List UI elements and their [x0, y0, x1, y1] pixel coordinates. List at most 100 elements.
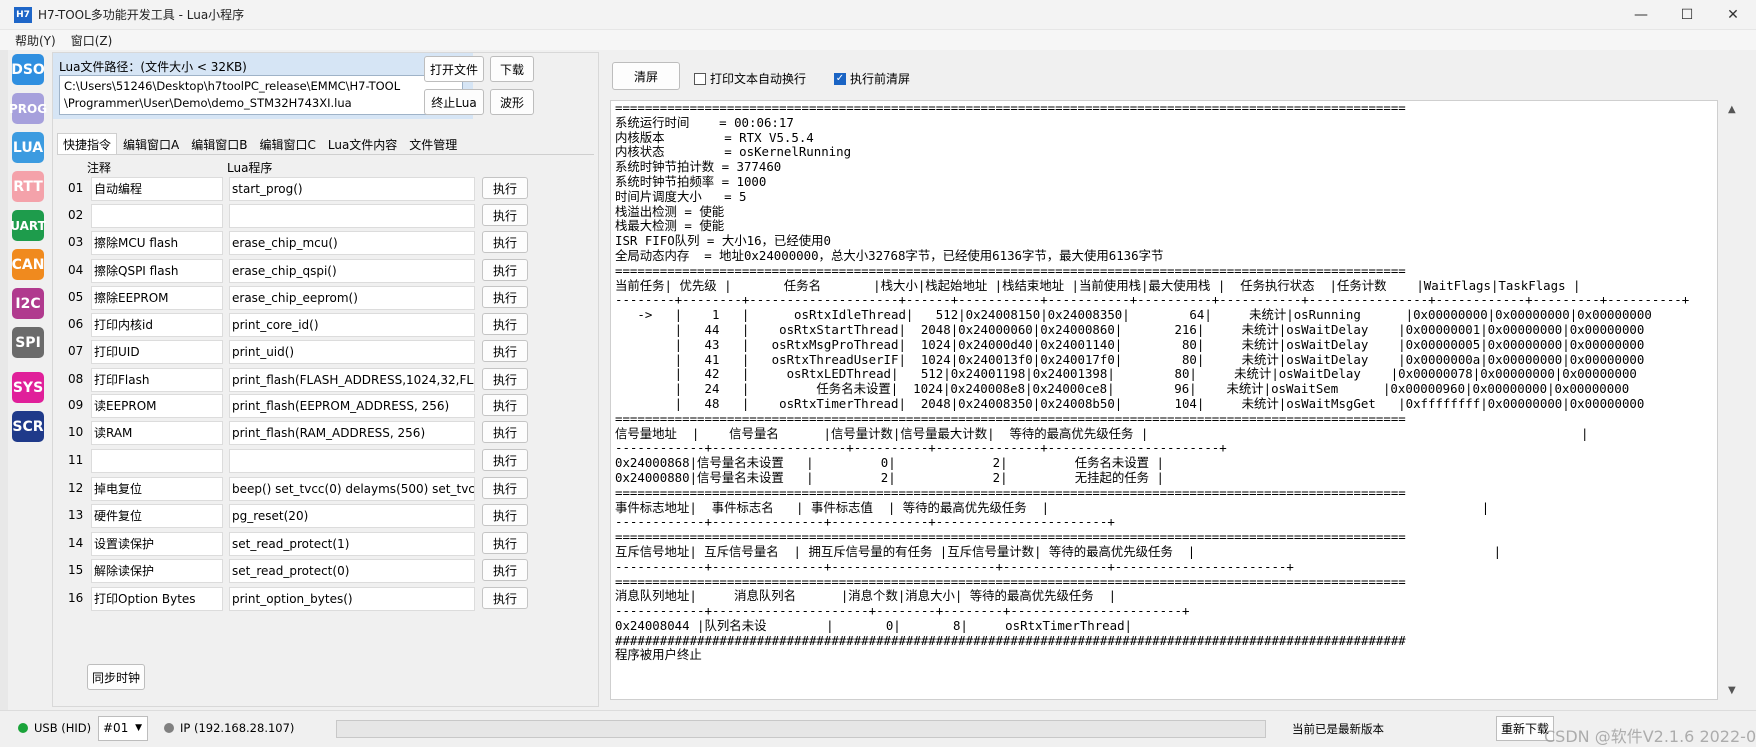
tool-rtt-icon[interactable]: RTT [12, 171, 44, 202]
clear-before-run-label: 执行前清屏 [850, 72, 911, 86]
command-code-field[interactable]: beep() set_tvcc(0) delayms(500) set_tvcc… [229, 477, 475, 501]
command-code-field[interactable]: erase_chip_eeprom() [229, 286, 475, 310]
execute-button[interactable]: 执行 [482, 394, 528, 416]
usb-status-label: USB (HID) [34, 721, 92, 735]
execute-button[interactable]: 执行 [482, 449, 528, 471]
download-button[interactable]: 下载 [490, 56, 534, 82]
command-number: 15 [68, 563, 84, 577]
command-code-field[interactable]: erase_chip_mcu() [229, 231, 475, 255]
command-note-field[interactable]: 自动编程 [91, 177, 223, 201]
execute-button[interactable]: 执行 [482, 231, 528, 253]
open-file-button[interactable]: 打开文件 [424, 56, 484, 82]
command-number: 13 [68, 508, 84, 522]
console-scrollbar[interactable]: ▲ ▼ [1722, 100, 1746, 700]
menu-help[interactable]: 帮助(Y) [15, 32, 56, 49]
command-row: 04 擦除QSPI flash erase_chip_qspi() 执行 [57, 257, 594, 285]
command-note-field[interactable]: 读EEPROM [91, 394, 223, 418]
ip-status-label: IP (192.168.28.107) [180, 721, 295, 735]
command-note-field[interactable] [91, 449, 223, 473]
clear-before-run-checkbox[interactable]: ✓ 执行前清屏 [834, 70, 910, 87]
command-note-field[interactable]: 擦除MCU flash [91, 231, 223, 255]
lua-file-path-field[interactable]: C:\Users\51246\Desktop\h7toolPC_release\… [59, 75, 463, 115]
minimize-icon[interactable]: — [1618, 0, 1664, 30]
execute-button[interactable]: 执行 [482, 504, 528, 526]
menu-window[interactable]: 窗口(Z) [71, 32, 113, 49]
command-note-field[interactable]: 打印UID [91, 340, 223, 364]
sync-clock-button[interactable]: 同步时钟 [87, 664, 145, 690]
waveform-button[interactable]: 波形 [490, 89, 534, 115]
execute-button[interactable]: 执行 [482, 259, 528, 281]
maximize-icon[interactable]: ☐ [1664, 0, 1710, 30]
auto-wrap-checkbox[interactable]: 打印文本自动换行 [694, 70, 806, 87]
command-note-field[interactable]: 掉电复位 [91, 477, 223, 501]
tab-lua-file-content[interactable]: Lua文件内容 [322, 133, 403, 155]
scroll-down-icon[interactable]: ▼ [1728, 685, 1736, 696]
command-row: 03 擦除MCU flash erase_chip_mcu() 执行 [57, 229, 594, 257]
tool-i2c-icon[interactable]: I2C [12, 288, 44, 319]
command-row: 08 打印Flash print_flash(FLASH_ADDRESS,1024,… [57, 366, 594, 394]
command-number: 10 [68, 425, 84, 439]
execute-button[interactable]: 执行 [482, 559, 528, 581]
command-note-field[interactable]: 设置读保护 [91, 532, 223, 556]
tool-sys-icon[interactable]: SYS [12, 372, 44, 403]
command-code-field[interactable] [229, 449, 475, 473]
tool-lua-icon[interactable]: LUA [12, 132, 44, 163]
command-code-field[interactable]: print_core_id() [229, 313, 475, 337]
clear-screen-button[interactable]: 清屏 [612, 62, 680, 90]
port-select[interactable]: #01 ▼ [98, 716, 148, 741]
command-note-field[interactable]: 解除读保护 [91, 559, 223, 583]
execute-button[interactable]: 执行 [482, 421, 528, 443]
command-note-field[interactable] [91, 204, 223, 228]
execute-button[interactable]: 执行 [482, 587, 528, 609]
tab-file-manager[interactable]: 文件管理 [403, 133, 463, 155]
tool-uart-icon[interactable]: UART [10, 210, 46, 241]
checkbox-box[interactable]: ✓ [834, 72, 846, 85]
tab-quick-commands[interactable]: 快捷指令 [57, 133, 118, 155]
execute-button[interactable]: 执行 [482, 204, 528, 226]
execute-button[interactable]: 执行 [482, 532, 528, 554]
tool-can-icon[interactable]: CAN [12, 249, 44, 280]
execute-button[interactable]: 执行 [482, 340, 528, 362]
tool-icon-bar: DSO PROG LUA RTT UART CAN I2C SPI SYS SCR [9, 54, 47, 450]
execute-button[interactable]: 执行 [482, 177, 528, 199]
command-code-field[interactable]: print_flash(FLASH_ADDRESS,1024,32,FLASH_… [229, 368, 475, 392]
execute-button[interactable]: 执行 [482, 286, 528, 308]
command-code-field[interactable]: erase_chip_qspi() [229, 259, 475, 283]
stop-lua-button[interactable]: 终止Lua [424, 89, 484, 115]
output-console[interactable]: ========================================… [610, 100, 1718, 700]
execute-button[interactable]: 执行 [482, 477, 528, 499]
command-code-field[interactable]: pg_reset(20) [229, 504, 475, 528]
execute-button[interactable]: 执行 [482, 368, 528, 390]
command-note-field[interactable]: 擦除EEPROM [91, 286, 223, 310]
command-code-field[interactable]: set_read_protect(0) [229, 559, 475, 583]
command-code-field[interactable] [229, 204, 475, 228]
command-row: 10 读RAM print_flash(RAM_ADDRESS, 256) 执行 [57, 419, 594, 447]
checkbox-box[interactable] [694, 72, 706, 85]
command-note-field[interactable]: 打印Flash [91, 368, 223, 392]
command-code-field[interactable]: print_uid() [229, 340, 475, 364]
command-code-field[interactable]: print_flash(RAM_ADDRESS, 256) [229, 421, 475, 445]
scroll-up-icon[interactable]: ▲ [1728, 104, 1736, 115]
tab-edit-b[interactable]: 编辑窗口B [185, 133, 253, 155]
command-note-field[interactable]: 打印Option Bytes [91, 587, 223, 611]
tool-scr-icon[interactable]: SCR [12, 411, 44, 442]
execute-button[interactable]: 执行 [482, 313, 528, 335]
command-code-field[interactable]: start_prog() [229, 177, 475, 201]
tool-spi-icon[interactable]: SPI [12, 327, 44, 358]
command-note-field[interactable]: 打印内核id [91, 313, 223, 337]
app-icon: H7 [14, 6, 32, 23]
command-note-field[interactable]: 硬件复位 [91, 504, 223, 528]
command-code-field[interactable]: print_option_bytes() [229, 587, 475, 611]
tool-dso-icon[interactable]: DSO [11, 54, 45, 85]
command-note-field[interactable]: 擦除QSPI flash [91, 259, 223, 283]
tab-edit-a[interactable]: 编辑窗口A [117, 133, 185, 155]
command-row: 12 掉电复位 beep() set_tvcc(0) delayms(500) se… [57, 475, 594, 503]
tool-prog-icon[interactable]: PROG [9, 93, 47, 124]
command-note-field[interactable]: 读RAM [91, 421, 223, 445]
console-line: ########################################… [615, 632, 1406, 648]
tab-edit-c[interactable]: 编辑窗口C [253, 133, 321, 155]
close-icon[interactable]: ✕ [1710, 0, 1756, 30]
command-code-field[interactable]: print_flash(EEPROM_ADDRESS, 256) [229, 394, 475, 418]
command-code-field[interactable]: set_read_protect(1) [229, 532, 475, 556]
command-number: 12 [68, 481, 84, 495]
